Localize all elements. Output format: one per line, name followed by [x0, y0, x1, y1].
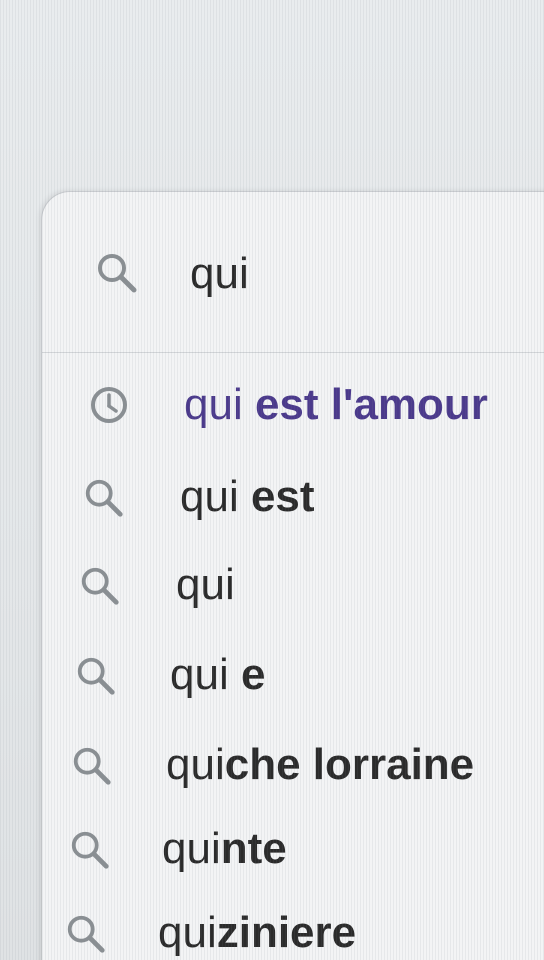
search-icon [85, 479, 123, 517]
suggestion-completion-text: est [238, 472, 315, 521]
suggestion-typed-text: qui [170, 650, 229, 699]
suggestion-label: qui [176, 550, 235, 620]
search-input[interactable]: qui [190, 244, 544, 304]
suggestion-label: quiche lorraine [166, 730, 474, 800]
search-icon [67, 915, 105, 953]
suggestion-item[interactable]: qui [42, 550, 544, 620]
search-icon [77, 657, 115, 695]
suggestion-completion-text: est l'amour [242, 380, 488, 429]
suggestion-completion-text: che lorraine [224, 740, 475, 789]
suggestion-typed-text: qui [158, 908, 217, 957]
suggestion-item[interactable]: quiziniere [42, 898, 544, 960]
suggestion-typed-text: qui [162, 824, 221, 873]
suggestion-completion-text: nte [220, 824, 287, 873]
suggestion-item[interactable]: qui est [42, 462, 544, 532]
suggestion-label: qui e [170, 640, 265, 710]
search-icon [71, 831, 109, 869]
suggestion-item[interactable]: quinte [42, 814, 544, 884]
suggestion-label: quiziniere [158, 898, 356, 960]
suggestion-item[interactable]: qui e [42, 640, 544, 710]
suggestion-label: qui est l'amour [184, 370, 488, 440]
search-icon [98, 254, 137, 293]
search-icon [73, 747, 111, 785]
search-bar[interactable]: qui [42, 192, 544, 353]
history-clock-icon [91, 387, 127, 423]
suggestion-label: quinte [162, 814, 287, 884]
suggestion-completion-text: e [228, 650, 266, 699]
suggestion-typed-text: qui [176, 560, 235, 609]
suggestion-item[interactable]: quiche lorraine [42, 730, 544, 800]
suggestion-completion-text: ziniere [216, 908, 357, 957]
search-dropdown: qui qui est l'amour qui est qui qui e qu… [42, 192, 544, 960]
suggestion-typed-text: qui [166, 740, 225, 789]
suggestion-item[interactable]: qui est l'amour [42, 370, 544, 440]
suggestion-typed-text: qui [184, 380, 243, 429]
suggestion-label: qui est [180, 462, 315, 532]
search-icon [81, 567, 119, 605]
screen: qui qui est l'amour qui est qui qui e qu… [0, 0, 544, 960]
suggestion-typed-text: qui [180, 472, 239, 521]
